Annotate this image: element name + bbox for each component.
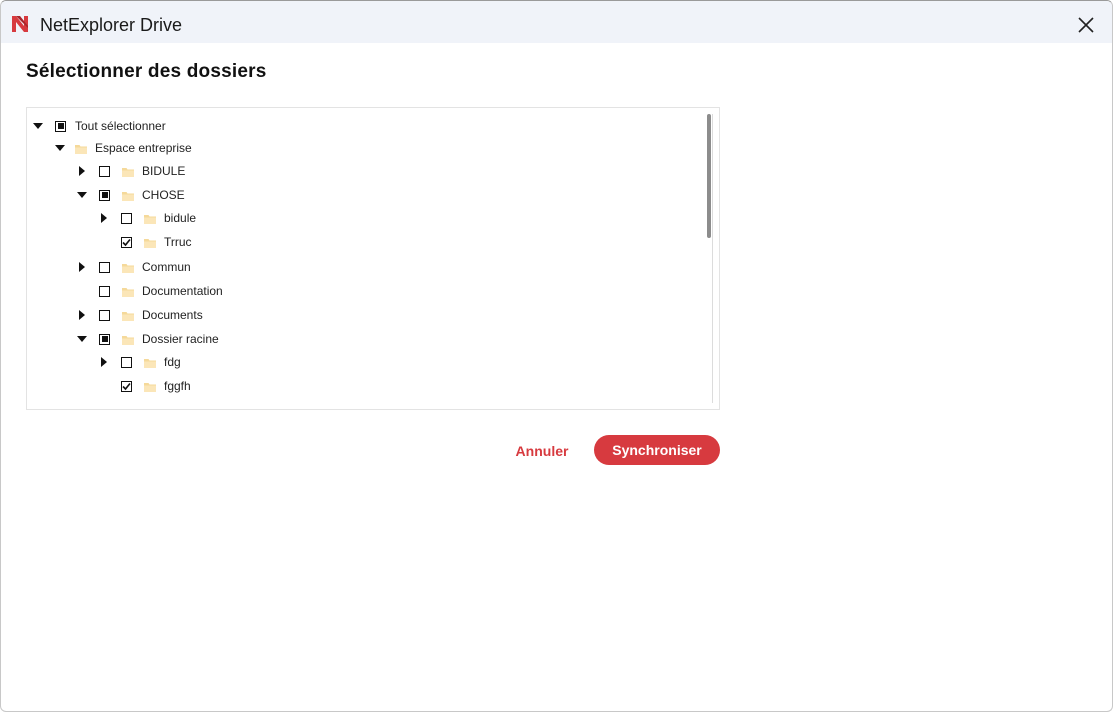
folder-icon: [144, 357, 156, 368]
tree-item[interactable]: fdg: [99, 352, 181, 372]
checkbox-unchecked[interactable]: [121, 356, 132, 368]
synchronize-button[interactable]: Synchroniser: [594, 435, 720, 465]
folder-icon: [144, 213, 156, 224]
checkbox-unchecked[interactable]: [99, 165, 110, 177]
tree-item-label: Documentation: [142, 284, 223, 298]
close-button[interactable]: [1066, 7, 1106, 43]
window-title: NetExplorer Drive: [40, 15, 183, 35]
folder-icon: [144, 381, 156, 392]
caret-spacer: [99, 237, 109, 247]
checkbox-checked[interactable]: [121, 380, 132, 392]
tree-item-label: CHOSE: [142, 188, 185, 202]
collapse-caret-icon[interactable]: [77, 334, 87, 344]
caret-spacer: [77, 286, 87, 296]
tree-item[interactable]: BIDULE: [77, 161, 185, 181]
tree-item-label: Commun: [142, 260, 191, 274]
tree-item-label: BIDULE: [142, 164, 186, 178]
app-window: NetExplorer Drive Sélectionner des dossi…: [0, 0, 1113, 712]
cancel-button[interactable]: Annuler: [507, 440, 577, 462]
folder-icon: [122, 286, 134, 297]
folder-icon: [144, 237, 156, 248]
title-bar[interactable]: NetExplorer Drive: [1, 1, 1112, 43]
tree-item-label: fdg: [164, 355, 181, 369]
tree-item-label: bidule: [164, 211, 197, 225]
scrollbar-thumb[interactable]: [707, 114, 711, 238]
checkbox-unchecked[interactable]: [99, 309, 110, 321]
folder-icon: [122, 334, 134, 345]
caret-spacer: [99, 381, 109, 391]
tree-item-label: Documents: [142, 308, 203, 322]
folder-icon: [122, 310, 134, 321]
tree-item[interactable]: Documents: [77, 305, 203, 325]
tree-item[interactable]: CHOSE: [77, 185, 185, 205]
checkbox-partial[interactable]: [99, 189, 110, 201]
folder-icon: [122, 262, 134, 273]
folder-tree[interactable]: Tout sélectionner Espace entreprise BIDULE…: [26, 107, 720, 410]
tree-item[interactable]: Espace entreprise: [55, 138, 192, 158]
collapse-caret-icon[interactable]: [77, 190, 87, 200]
tree-item-label: fggfh: [164, 379, 191, 393]
vertical-scrollbar[interactable]: [706, 114, 713, 403]
folder-icon: [122, 190, 134, 201]
checkmark-icon: [122, 238, 131, 246]
checkbox-partial[interactable]: [55, 120, 66, 132]
tree-item[interactable]: Documentation: [77, 281, 223, 301]
tree-item[interactable]: Trruc: [99, 232, 192, 252]
folder-icon: [75, 143, 87, 154]
dialog-heading: Sélectionner des dossiers: [26, 61, 267, 82]
expand-caret-icon[interactable]: [99, 357, 109, 367]
folder-icon: [122, 166, 134, 177]
tree-item[interactable]: bidule: [99, 208, 196, 228]
checkmark-icon: [122, 382, 131, 390]
expand-caret-icon[interactable]: [77, 262, 87, 272]
checkbox-unchecked[interactable]: [99, 261, 110, 273]
collapse-caret-icon[interactable]: [33, 121, 43, 131]
tree-item[interactable]: Dossier racine: [77, 329, 219, 349]
checkbox-unchecked[interactable]: [121, 212, 132, 224]
tree-item-label: Tout sélectionner: [75, 119, 166, 133]
tree-item-label: Dossier racine: [142, 332, 219, 346]
tree-item[interactable]: Tout sélectionner: [33, 116, 166, 136]
tree-item-label: Trruc: [164, 235, 192, 249]
expand-caret-icon[interactable]: [77, 310, 87, 320]
netexplorer-logo-icon: [12, 16, 28, 32]
collapse-caret-icon[interactable]: [55, 143, 65, 153]
tree-item[interactable]: Commun: [77, 257, 191, 277]
tree-item[interactable]: fggfh: [99, 376, 191, 396]
tree-item-label: Espace entreprise: [95, 141, 192, 155]
close-icon: [1078, 17, 1094, 33]
checkbox-checked[interactable]: [121, 236, 132, 248]
checkbox-unchecked[interactable]: [99, 285, 110, 297]
expand-caret-icon[interactable]: [77, 166, 87, 176]
checkbox-partial[interactable]: [99, 333, 110, 345]
expand-caret-icon[interactable]: [99, 213, 109, 223]
